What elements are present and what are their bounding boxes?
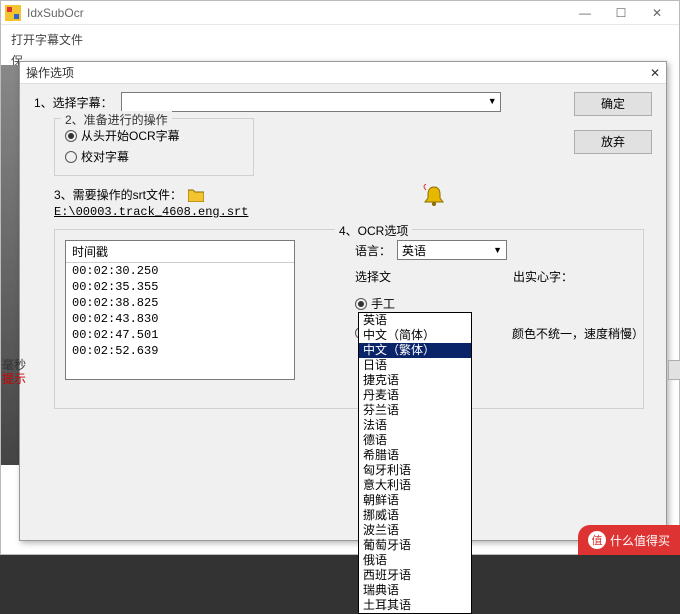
timestamp-list[interactable]: 时间戳 00:02:30.25000:02:35.35500:02:38.825… <box>65 240 295 380</box>
timestamp-header[interactable]: 时间戳 <box>66 241 294 263</box>
language-option[interactable]: 俄语 <box>359 553 471 568</box>
step1-label: 1、选择字幕： <box>34 94 113 111</box>
language-option[interactable]: 朝鲜语 <box>359 493 471 508</box>
step1-row: 1、选择字幕： ▼ <box>34 92 652 112</box>
radio-proof[interactable]: 校对字幕 <box>65 146 243 167</box>
language-option[interactable]: 土耳其语 <box>359 598 471 613</box>
minimize-button[interactable]: — <box>567 3 603 23</box>
radio-icon <box>65 151 77 163</box>
ok-button[interactable]: 确定 <box>574 92 652 116</box>
options-dialog: 操作选项 ✕ 确定 放弃 1、选择字幕： ▼ 2、准备进行的操作 从头开始OCR… <box>19 61 667 541</box>
language-option[interactable]: 匈牙利语 <box>359 463 471 478</box>
language-combo[interactable]: 英语 ▼ <box>397 240 507 260</box>
step3-row: 3、需要操作的srt文件： <box>54 186 652 203</box>
language-option[interactable]: 挪威语 <box>359 508 471 523</box>
select-label-prefix: 选择文 <box>355 268 391 285</box>
language-option[interactable]: 日语 <box>359 358 471 373</box>
maximize-button[interactable]: ☐ <box>603 3 639 23</box>
radio-icon <box>65 130 77 142</box>
chevron-down-icon: ▼ <box>493 245 502 255</box>
dialog-titlebar: 操作选项 ✕ <box>20 62 666 84</box>
language-option[interactable]: 希腊语 <box>359 448 471 463</box>
app-icon <box>5 5 21 21</box>
radio-icon <box>355 298 367 310</box>
ocr-group: 4、OCR选项 时间戳 00:02:30.25000:02:35.35500:0… <box>54 229 644 409</box>
ocr-group-title: 4、OCR选项 <box>335 222 412 239</box>
folder-icon[interactable] <box>188 188 204 202</box>
close-icon[interactable]: ✕ <box>650 66 660 80</box>
radio-manual-label: 手工 <box>371 295 395 312</box>
language-option[interactable]: 丹麦语 <box>359 388 471 403</box>
timestamp-item[interactable]: 00:02:38.825 <box>66 295 294 311</box>
select-label-suffix: 出实心字： <box>513 268 573 285</box>
language-option[interactable]: 英语 <box>359 313 471 328</box>
language-option[interactable]: 波兰语 <box>359 523 471 538</box>
main-body: 打开字幕文件 保 該不會就此結束 此分手 操作选项 ✕ 确定 放弃 1、选择字幕… <box>1 25 679 554</box>
language-dropdown[interactable]: 英语中文（简体）中文（繁体）日语捷克语丹麦语芬兰语法语德语希腊语匈牙利语意大利语… <box>358 312 472 614</box>
lang-label: 语言： <box>355 242 391 259</box>
lang-value: 英语 <box>402 242 426 259</box>
subtitle-select[interactable]: ▼ <box>121 92 501 112</box>
timestamp-item[interactable]: 00:02:52.639 <box>66 343 294 359</box>
hint-label: 提示 <box>2 370 26 387</box>
watermark-text: 什么值得买 <box>610 532 670 549</box>
dialog-body: 确定 放弃 1、选择字幕： ▼ 2、准备进行的操作 从头开始OCR字幕 校对字 <box>20 84 666 540</box>
language-option[interactable]: 葡萄牙语 <box>359 538 471 553</box>
bell-icon <box>420 184 448 212</box>
radio-ocr-label: 从头开始OCR字幕 <box>81 127 180 144</box>
cancel-button[interactable]: 放弃 <box>574 130 652 154</box>
close-button[interactable]: ✕ <box>639 3 675 23</box>
radio-ocr[interactable]: 从头开始OCR字幕 <box>65 125 243 146</box>
operation-group-title: 2、准备进行的操作 <box>61 111 172 128</box>
main-title: IdxSubOcr <box>27 6 567 20</box>
left-strip <box>1 65 21 465</box>
radio-auto-suffix: 颜色不统一，速度稍慢） <box>512 325 643 342</box>
radio-manual[interactable]: 手工 <box>355 293 643 314</box>
watermark-badge: 值 什么值得买 <box>578 525 680 555</box>
language-option[interactable]: 捷克语 <box>359 373 471 388</box>
watermark-icon: 值 <box>588 531 606 549</box>
timestamp-item[interactable]: 00:02:35.355 <box>66 279 294 295</box>
step3-label: 3、需要操作的srt文件： <box>54 186 182 203</box>
main-titlebar: IdxSubOcr — ☐ ✕ <box>1 1 679 25</box>
operation-group: 2、准备进行的操作 从头开始OCR字幕 校对字幕 <box>54 118 254 176</box>
main-window: IdxSubOcr — ☐ ✕ 打开字幕文件 保 該不會就此結束 此分手 操作选… <box>0 0 680 555</box>
language-option[interactable]: 中文（繁体） <box>359 343 471 358</box>
timestamp-item[interactable]: 00:02:30.250 <box>66 263 294 279</box>
srt-path: E:\00003.track_4608.eng.srt <box>54 205 652 219</box>
language-option[interactable]: 德语 <box>359 433 471 448</box>
timestamp-item[interactable]: 00:02:43.830 <box>66 311 294 327</box>
language-option[interactable]: 法语 <box>359 418 471 433</box>
dialog-title: 操作选项 <box>26 64 650 81</box>
language-option[interactable]: 芬兰语 <box>359 403 471 418</box>
language-option[interactable]: 瑞典语 <box>359 583 471 598</box>
menu-open[interactable]: 打开字幕文件 <box>5 29 675 50</box>
side-button[interactable] <box>668 360 680 380</box>
language-option[interactable]: 西班牙语 <box>359 568 471 583</box>
language-option[interactable]: 中文（简体） <box>359 328 471 343</box>
radio-proof-label: 校对字幕 <box>81 148 129 165</box>
timestamp-item[interactable]: 00:02:47.501 <box>66 327 294 343</box>
language-option[interactable]: 意大利语 <box>359 478 471 493</box>
